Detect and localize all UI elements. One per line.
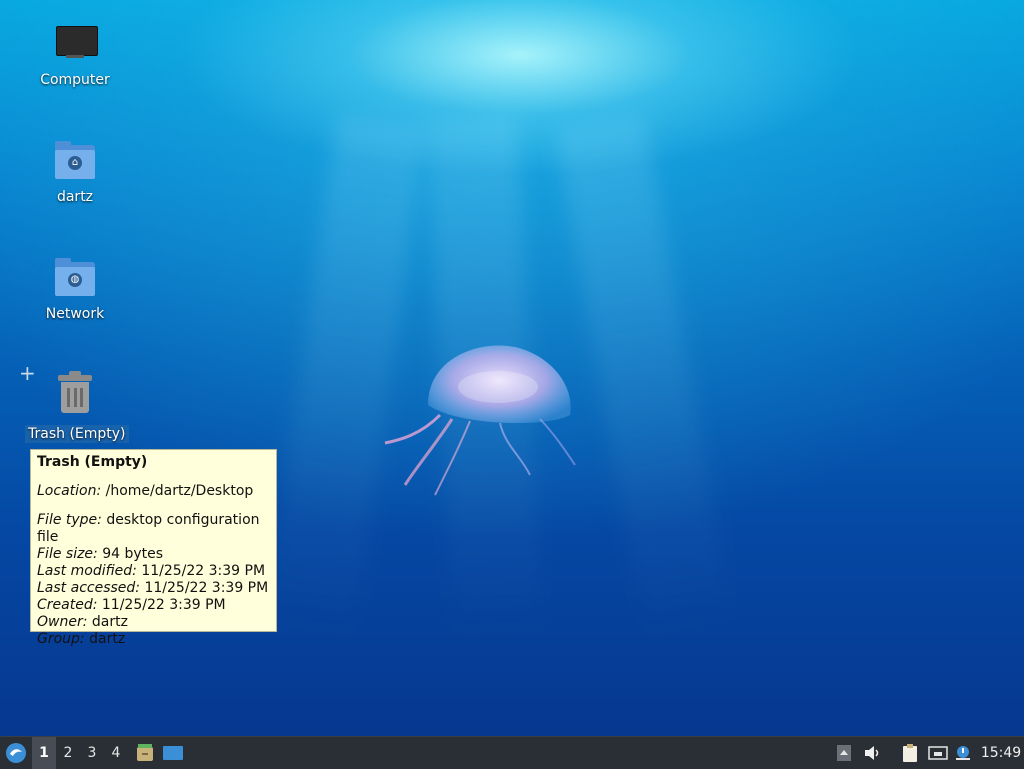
tooltip-file-type: File type: desktop configuration file: [37, 512, 260, 545]
network-status-button[interactable]: [926, 737, 950, 769]
tray-expander-button[interactable]: [834, 737, 854, 769]
desktop-icon-trash[interactable]: + Trash (Empty): [19, 361, 129, 443]
file-cabinet-icon: [137, 744, 153, 761]
tooltip-last-modified: Last modified: 11/25/22 3:39 PM: [37, 563, 266, 579]
clipboard-icon: [903, 744, 917, 762]
clipboard-button[interactable]: [898, 737, 922, 769]
desktop-icon-label: Computer: [40, 72, 110, 88]
tooltip-group: Group: dartz: [37, 631, 126, 647]
arrow-up-icon: [837, 745, 851, 761]
desktop-icon-label: dartz: [56, 189, 94, 205]
file-info-tooltip: Trash (Empty) Location: /home/dartz/Desk…: [30, 449, 277, 647]
file-manager-launcher[interactable]: [132, 737, 158, 769]
network-wired-icon: [928, 746, 948, 760]
taskbar: 1 2 3 4 15:49: [0, 736, 1024, 769]
workspace-3[interactable]: 3: [80, 737, 104, 769]
speaker-icon: [865, 746, 879, 760]
desktop-icon-home[interactable]: ⌂ dartz: [25, 139, 125, 205]
tooltip-title: Trash (Empty): [37, 454, 148, 470]
start-menu-button[interactable]: [2, 737, 30, 769]
jellyfish-wallpaper-art: [384, 345, 576, 496]
computer-icon: [53, 22, 98, 66]
workspace-2[interactable]: 2: [56, 737, 80, 769]
desktop-icon: [163, 746, 183, 760]
desktop-icon-computer[interactable]: Computer: [25, 22, 125, 88]
tooltip-last-accessed: Last accessed: 11/25/22 3:39 PM: [37, 580, 269, 596]
tooltip-file-size: File size: 94 bytes: [37, 546, 164, 562]
tooltip-created: Created: 11/25/22 3:39 PM: [37, 597, 226, 613]
distro-logo-icon: [6, 743, 26, 763]
volume-button[interactable]: [860, 737, 884, 769]
show-desktop-button[interactable]: [160, 737, 186, 769]
desktop-icon-network[interactable]: ◍ Network: [25, 256, 125, 322]
trash-icon: +: [19, 361, 97, 417]
plus-icon: +: [19, 361, 36, 385]
clock[interactable]: 15:49: [978, 737, 1024, 769]
workspace-4[interactable]: 4: [104, 737, 128, 769]
desktop-icon-label: Network: [45, 306, 105, 322]
home-folder-icon: ⌂: [53, 139, 97, 183]
notification-icon: [956, 746, 970, 760]
notifications-button[interactable]: [952, 737, 974, 769]
workspace-1[interactable]: 1: [32, 737, 56, 769]
network-folder-icon: ◍: [53, 256, 97, 300]
tooltip-location: Location: /home/dartz/Desktop: [37, 483, 254, 499]
tooltip-owner: Owner: dartz: [37, 614, 128, 630]
desktop-icon-label: Trash (Empty): [25, 425, 129, 443]
